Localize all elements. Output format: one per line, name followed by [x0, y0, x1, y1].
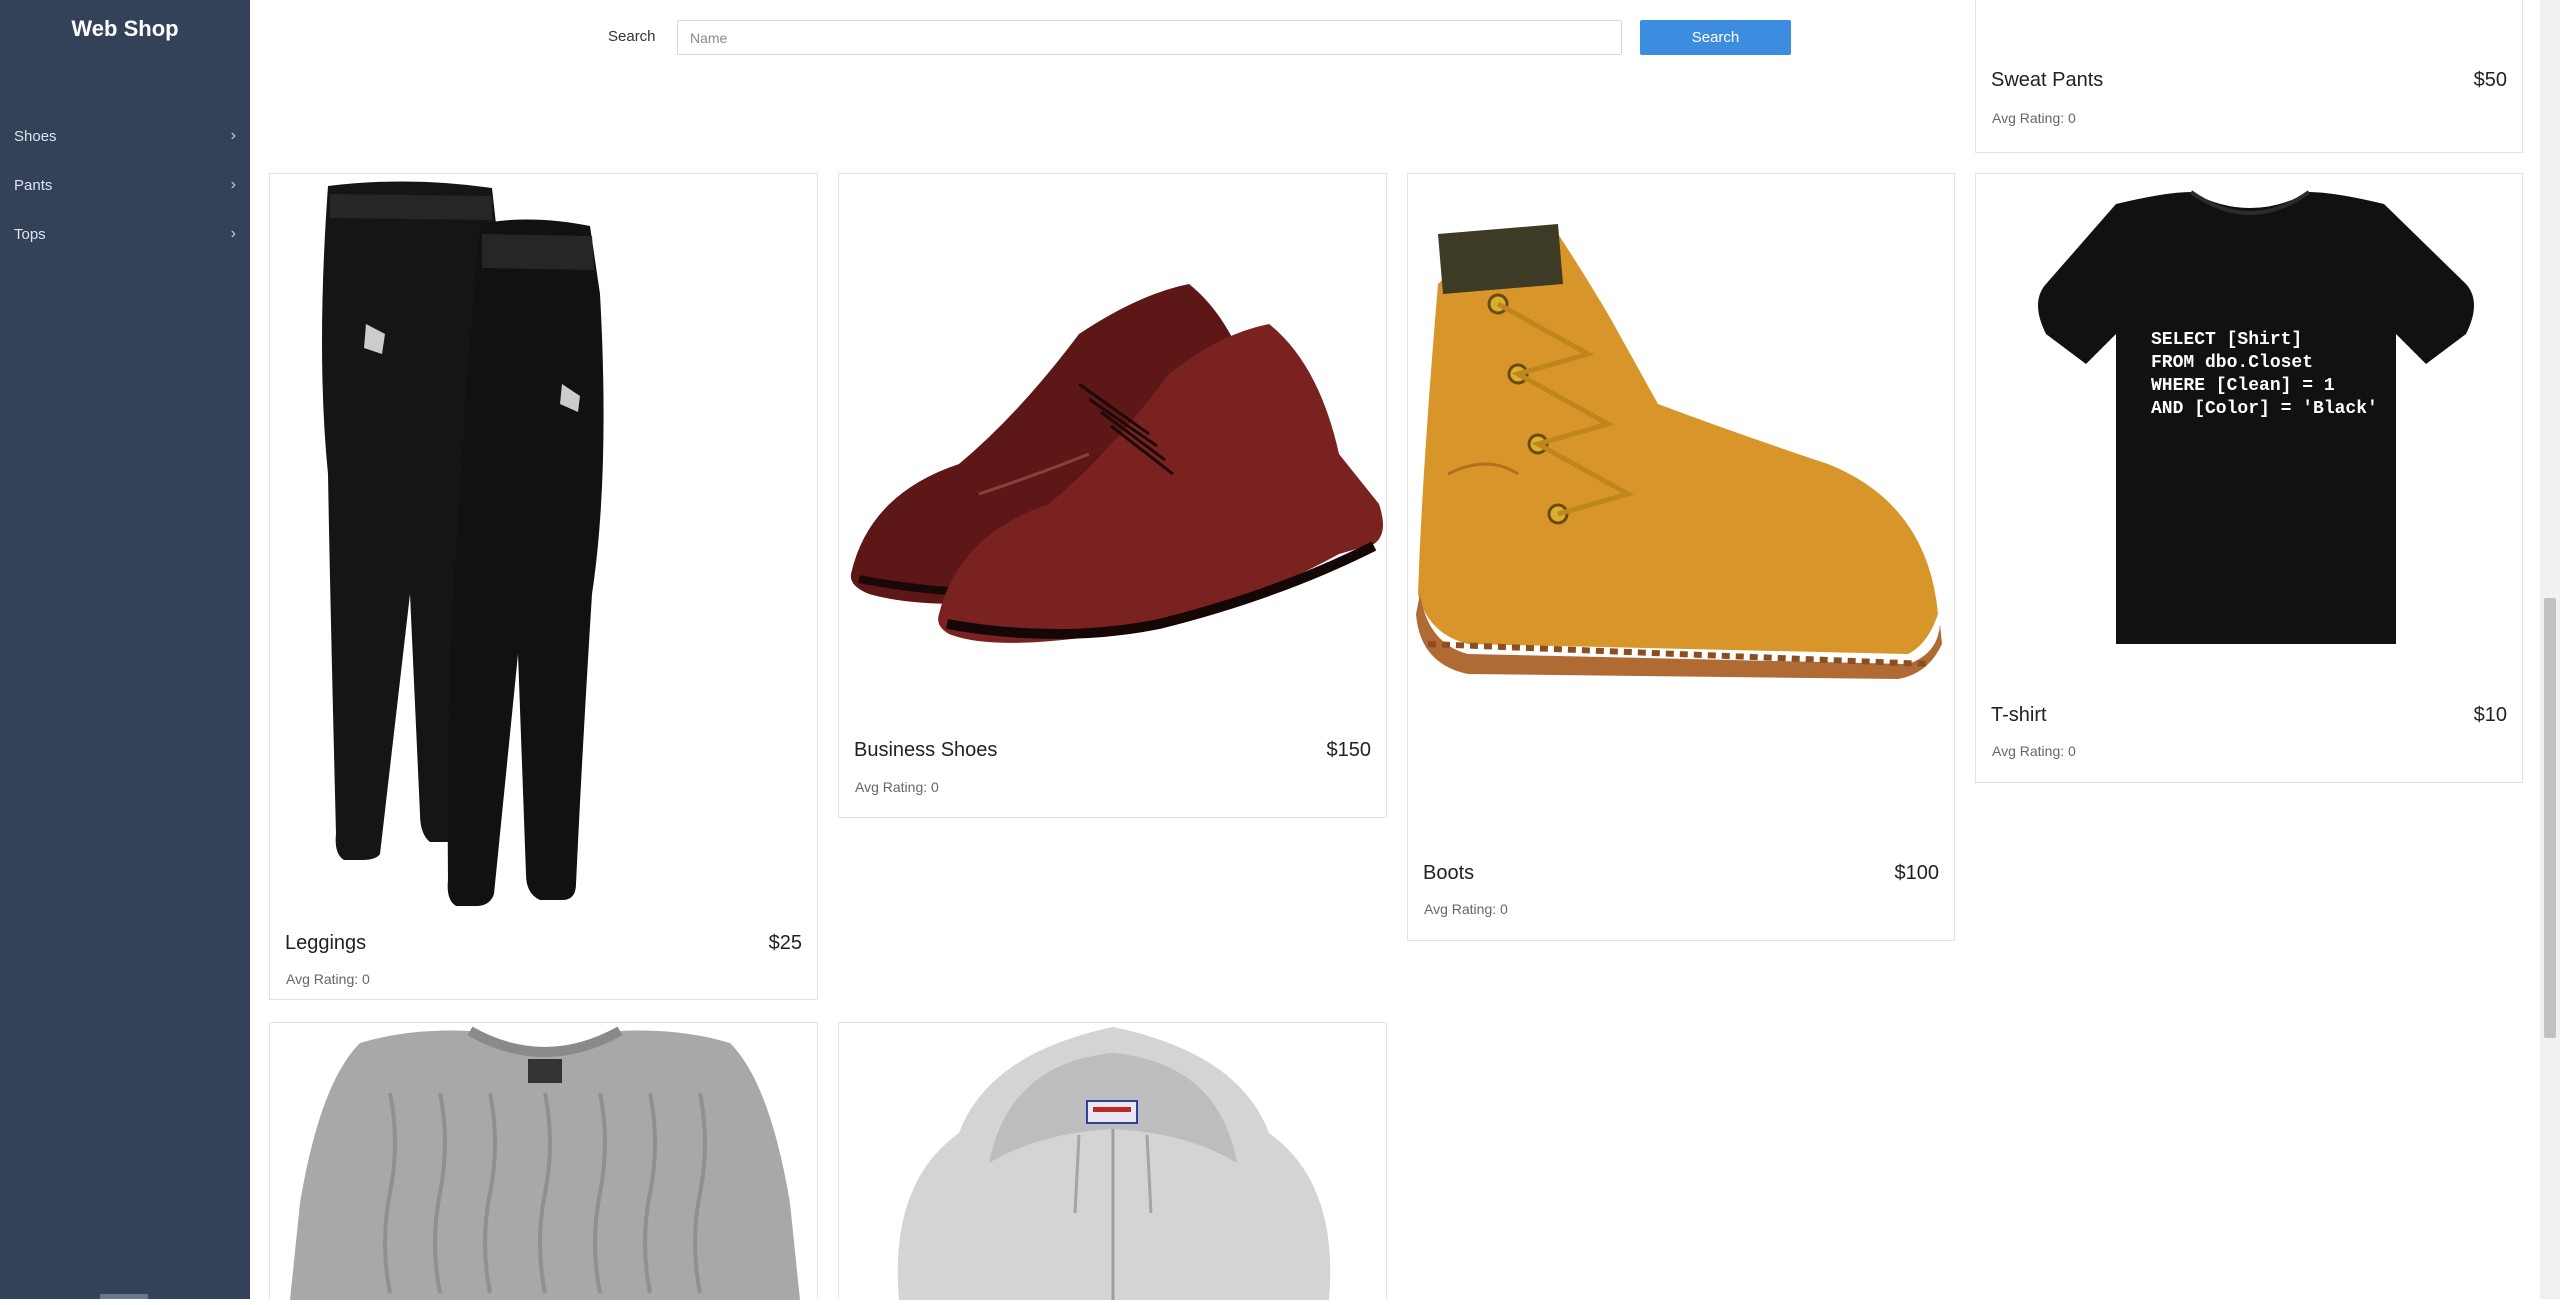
sidebar-item-label: Tops — [14, 225, 46, 243]
search-button[interactable]: Search — [1640, 20, 1791, 55]
product-price: $25 — [768, 932, 802, 954]
chevron-right-icon: › — [230, 127, 236, 144]
scrollbar-thumb[interactable] — [2544, 598, 2556, 1038]
sidebar-item-shoes[interactable]: Shoes › — [14, 123, 240, 149]
product-image-business-shoes[interactable] — [839, 174, 1386, 734]
product-rating: Avg Rating: 0 — [1424, 901, 1508, 917]
product-rating: Avg Rating: 0 — [286, 971, 370, 987]
product-image-sweater[interactable] — [270, 1023, 817, 1300]
product-card-leggings[interactable]: Leggings $25 Avg Rating: 0 — [269, 173, 818, 1000]
product-price: $50 — [2473, 69, 2507, 91]
product-rating: Avg Rating: 0 — [1992, 110, 2076, 126]
product-card-hoodie[interactable] — [838, 1022, 1387, 1300]
search-input[interactable] — [677, 20, 1622, 55]
product-card-boots[interactable]: Boots $100 Avg Rating: 0 — [1407, 173, 1955, 941]
product-name[interactable]: T-shirt — [1991, 704, 2047, 727]
product-price: $150 — [1326, 739, 1372, 761]
brand-title[interactable]: Web Shop — [0, 16, 250, 42]
product-rating: Avg Rating: 0 — [855, 779, 939, 795]
product-rating: Avg Rating: 0 — [1992, 743, 2076, 759]
page-scrollbar[interactable] — [2540, 0, 2560, 1299]
product-card-sweat-pants[interactable]: Sweat Pants $50 Avg Rating: 0 — [1975, 0, 2523, 153]
shirt-text-line: AND [Color] = 'Black' — [2151, 399, 2378, 419]
sidebar-item-label: Shoes — [14, 127, 57, 145]
product-price: $100 — [1894, 862, 1940, 884]
sidebar-scroll-handle[interactable] — [100, 1294, 148, 1299]
sidebar-item-pants[interactable]: Pants › — [14, 172, 240, 198]
product-name[interactable]: Leggings — [285, 932, 366, 955]
product-image-t-shirt[interactable]: SELECT [Shirt] FROM dbo.Closet WHERE [Cl… — [1976, 174, 2522, 694]
chevron-right-icon: › — [230, 225, 236, 242]
chevron-right-icon: › — [230, 176, 236, 193]
product-image-hoodie[interactable] — [839, 1023, 1386, 1300]
product-card-sweater[interactable] — [269, 1022, 818, 1300]
product-name[interactable]: Sweat Pants — [1991, 69, 2103, 92]
product-image-leggings[interactable] — [270, 174, 817, 914]
shirt-text-line: WHERE [Clean] = 1 — [2151, 376, 2335, 396]
search-label: Search — [608, 28, 656, 45]
product-card-t-shirt[interactable]: SELECT [Shirt] FROM dbo.Closet WHERE [Cl… — [1975, 173, 2523, 783]
product-image-boots[interactable] — [1408, 174, 1954, 854]
shirt-text-line: SELECT [Shirt] — [2151, 330, 2302, 350]
product-name[interactable]: Business Shoes — [854, 739, 997, 762]
product-price: $10 — [2473, 704, 2507, 726]
product-card-business-shoes[interactable]: Business Shoes $150 Avg Rating: 0 — [838, 173, 1387, 818]
shirt-text-line: FROM dbo.Closet — [2151, 353, 2313, 373]
sidebar-item-label: Pants — [14, 176, 53, 194]
sidebar-item-tops[interactable]: Tops › — [14, 221, 240, 247]
sidebar: Web Shop Shoes › Pants › Tops › — [0, 0, 250, 1299]
product-name[interactable]: Boots — [1423, 862, 1474, 885]
